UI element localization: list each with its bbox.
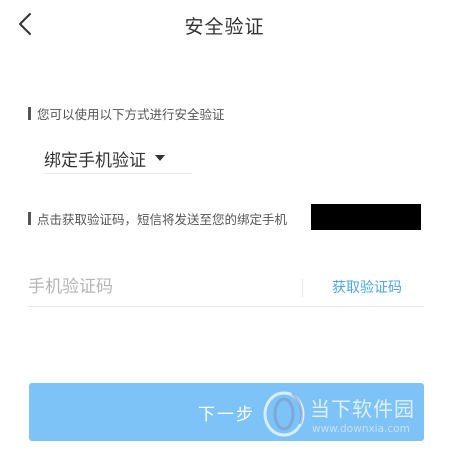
get-code-button[interactable]: 获取验证码 — [332, 277, 402, 297]
sms-code-input[interactable] — [28, 270, 288, 304]
verify-method-dropdown[interactable]: 绑定手机验证 — [44, 143, 192, 174]
verify-method-selected: 绑定手机验证 — [44, 150, 146, 171]
sms-hint-text: 点击获取验证码，短信将发送至您的绑定手机 — [37, 212, 288, 227]
sms-code-row: 获取验证码 — [28, 270, 424, 307]
sms-hint: 点击获取验证码，短信将发送至您的绑定手机 — [28, 209, 287, 228]
divider — [302, 279, 303, 297]
page-title: 安全验证 — [184, 16, 265, 38]
caret-down-icon — [155, 155, 165, 161]
hint-bar — [28, 107, 31, 120]
redacted-phone-number — [311, 204, 421, 230]
verify-method-hint: 您可以使用以下方式进行安全验证 — [28, 104, 225, 123]
security-verification-screen: 安全验证 您可以使用以下方式进行安全验证 绑定手机验证 点击获取验证码，短信将发… — [0, 0, 449, 460]
next-step-button[interactable]: 下一步 — [29, 383, 424, 441]
hint-bar — [28, 212, 31, 225]
verify-method-hint-text: 您可以使用以下方式进行安全验证 — [37, 107, 225, 122]
